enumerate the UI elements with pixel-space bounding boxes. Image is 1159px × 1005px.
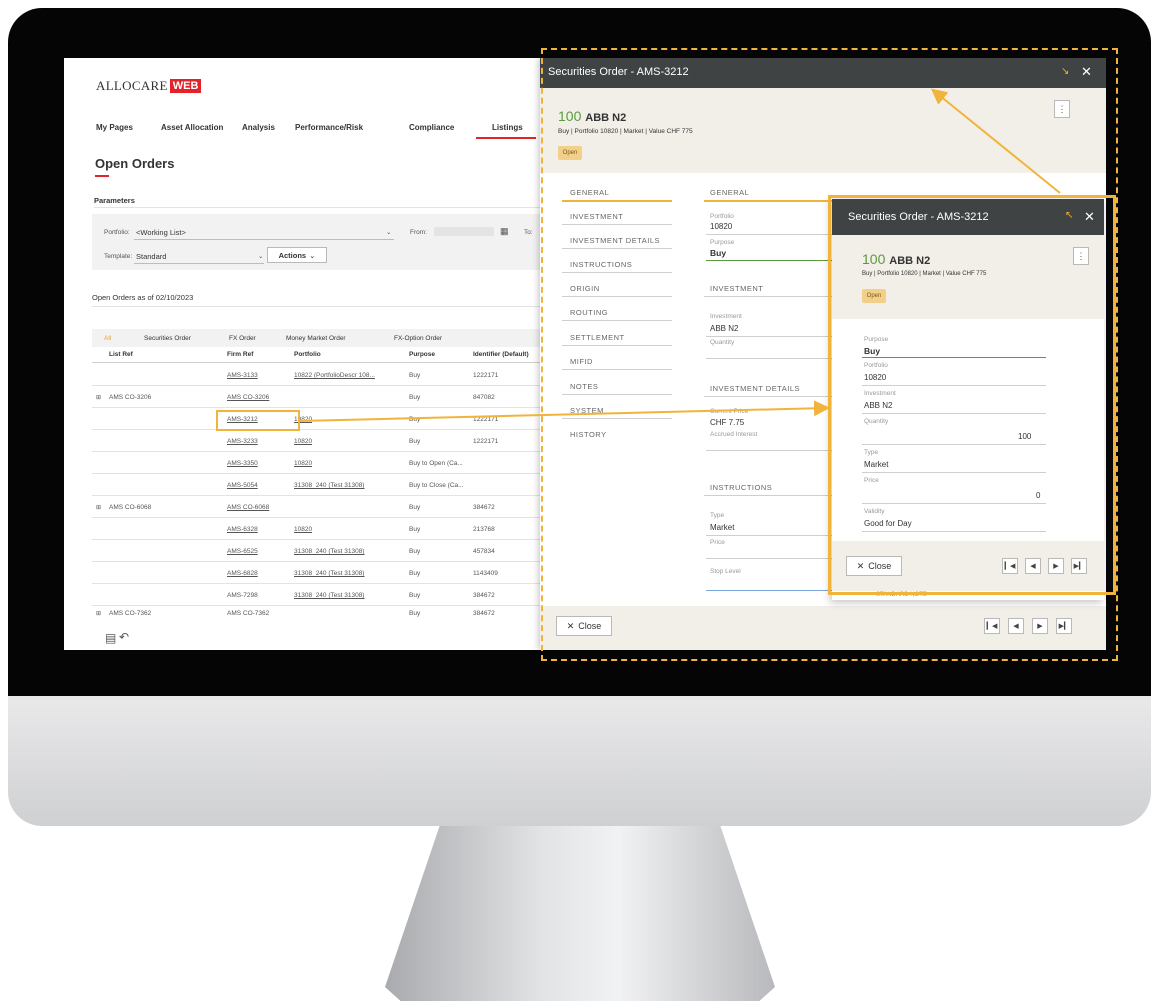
portfolio-link[interactable]: 31308_240 (Test 31308) <box>294 482 364 489</box>
purpose-cell: Buy <box>409 372 421 379</box>
from-date-input[interactable] <box>434 227 494 236</box>
to-label: To: <box>524 229 533 236</box>
tab-money-market-order[interactable]: Money Market Order <box>286 335 346 342</box>
identifier-cell: 384672 <box>473 592 495 599</box>
identifier-cell: 1143409 <box>473 570 498 577</box>
small-drawer-callout-frame <box>828 195 1116 595</box>
tab-securities-order[interactable]: Securities Order <box>144 335 191 342</box>
firm-ref-link[interactable]: AMS-6828 <box>227 570 258 577</box>
template-chevron-icon[interactable]: ⌄ <box>258 252 263 260</box>
nav-compliance[interactable]: Compliance <box>409 123 454 132</box>
purpose-cell: Buy <box>409 416 421 423</box>
monitor-chin <box>8 696 1151 826</box>
tab-fx-order[interactable]: FX Order <box>229 335 256 342</box>
template-label: Template: <box>104 253 133 260</box>
calendar-icon[interactable]: ▦ <box>500 226 509 237</box>
purpose-cell: Buy <box>409 526 421 533</box>
actions-button[interactable]: Actions ⌄ <box>267 247 327 263</box>
identifier-cell: 384672 <box>473 610 495 617</box>
firm-ref-link[interactable]: AMS-5054 <box>227 482 258 489</box>
nav-active-indicator <box>476 137 536 139</box>
identifier-cell: 1222171 <box>473 372 499 379</box>
purpose-cell: Buy <box>409 504 421 511</box>
portfolio-label: Portfolio: <box>104 229 130 236</box>
firm-ref-cell[interactable]: AMS-7298 <box>227 592 258 599</box>
purpose-cell: Buy <box>409 592 421 599</box>
firm-ref-link[interactable]: AMS CO-3206 <box>227 394 269 401</box>
identifier-cell: 213768 <box>473 526 495 533</box>
actions-chevron-icon: ⌄ <box>309 250 316 260</box>
tab-all[interactable]: All <box>104 335 111 342</box>
portfolio-chevron-icon[interactable]: ⌄ <box>386 228 391 236</box>
tab-fx-option-order[interactable]: FX-Option Order <box>394 335 442 342</box>
portfolio-link[interactable]: 10820 <box>294 526 312 533</box>
portfolio-select[interactable]: <Working List> <box>136 228 186 237</box>
expand-icon[interactable]: ⊞ <box>96 394 101 401</box>
firm-ref-link[interactable]: AMS-6525 <box>227 548 258 555</box>
firm-ref-link[interactable]: AMS CO-6068 <box>227 504 269 511</box>
purpose-cell: Buy <box>409 438 421 445</box>
orders-as-of: Open Orders as of 02/10/2023 <box>92 293 194 302</box>
template-select[interactable]: Standard <box>136 252 166 261</box>
list-ref-cell: AMS CO-3206 <box>109 394 152 401</box>
portfolio-link[interactable]: 10820 <box>294 438 312 445</box>
col-firm-ref[interactable]: Firm Ref <box>227 351 253 358</box>
firm-ref-link[interactable]: AMS-3233 <box>227 438 258 445</box>
list-ref-cell: AMS CO-6068 <box>109 504 152 511</box>
nav-analysis[interactable]: Analysis <box>242 123 275 132</box>
identifier-cell: 384672 <box>473 504 495 511</box>
purpose-cell: Buy <box>409 570 421 577</box>
firm-ref-link[interactable]: AMS-3133 <box>227 372 258 379</box>
undo-icon[interactable]: ↶ <box>119 630 129 644</box>
expand-icon[interactable]: ⊞ <box>96 504 101 511</box>
nav-asset-allocation[interactable]: Asset Allocation <box>161 123 223 132</box>
identifier-cell: 847082 <box>473 394 495 401</box>
portfolio-link[interactable]: 10820 <box>294 460 312 467</box>
purpose-cell: Buy to Close (Ca... <box>409 482 464 489</box>
col-purpose[interactable]: Purpose <box>409 351 435 358</box>
col-portfolio[interactable]: Portfolio <box>294 351 321 358</box>
firm-ref-link[interactable]: AMS-3350 <box>227 460 258 467</box>
purpose-cell: Buy to Open (Ca... <box>409 460 463 467</box>
app-logo: ALLOCARE WEB <box>96 78 202 94</box>
expand-icon[interactable]: ⊞ <box>96 610 101 617</box>
portfolio-link[interactable]: 31308_240 (Test 31308) <box>294 548 364 555</box>
col-list-ref[interactable]: List Ref <box>109 351 133 358</box>
row-highlight-box <box>216 410 300 431</box>
identifier-cell: 457834 <box>473 548 495 555</box>
title-underline <box>95 175 109 177</box>
portfolio-link[interactable]: 31308_240 (Test 31308) <box>294 570 364 577</box>
purpose-cell: Buy <box>409 610 421 617</box>
col-identifier[interactable]: Identifier (Default) <box>473 351 529 358</box>
monitor-stand <box>385 826 775 1001</box>
page-title: Open Orders <box>95 156 175 171</box>
save-icon[interactable]: ▤ <box>105 631 116 645</box>
nav-listings[interactable]: Listings <box>492 123 523 132</box>
firm-ref-link[interactable]: AMS-6328 <box>227 526 258 533</box>
from-label: From: <box>410 229 427 236</box>
parameters-label: Parameters <box>94 196 135 205</box>
nav-performance-risk[interactable]: Performance/Risk <box>295 123 363 132</box>
identifier-cell: 1222171 <box>473 416 499 423</box>
firm-ref-cell[interactable]: AMS CO-7362 <box>227 610 269 617</box>
list-ref-cell: AMS CO-7362 <box>109 610 152 617</box>
nav-my-pages[interactable]: My Pages <box>96 123 133 132</box>
identifier-cell: 1222171 <box>473 438 499 445</box>
portfolio-link[interactable]: 10822 (PortfolioDescr 108... <box>294 372 375 379</box>
purpose-cell: Buy <box>409 548 421 555</box>
purpose-cell: Buy <box>409 394 421 401</box>
portfolio-link[interactable]: 31308_240 (Test 31308) <box>294 592 364 599</box>
